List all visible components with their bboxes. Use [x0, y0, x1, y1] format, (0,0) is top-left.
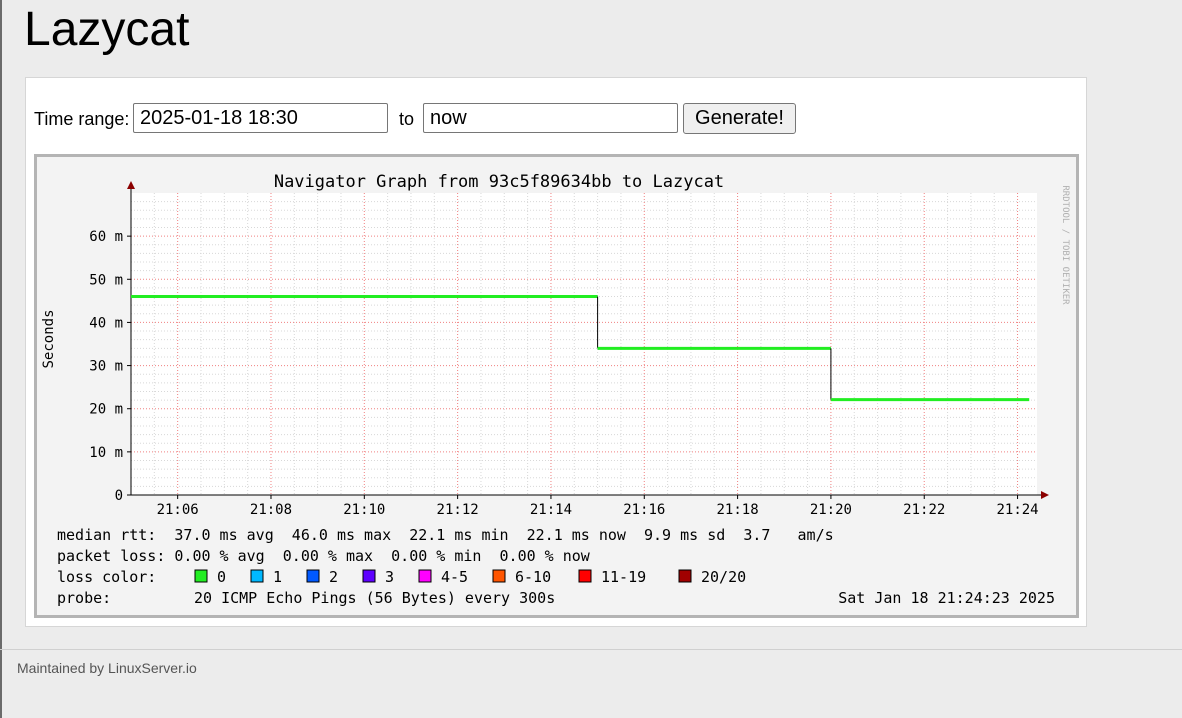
- start-time-input[interactable]: [133, 103, 388, 133]
- loss-color-swatch-label: 6-10: [515, 568, 551, 586]
- y-tick-label: 10 m: [89, 445, 123, 461]
- y-tick-labels: 0 10 m 20 m 30 m 40 m 50 m 60 m: [89, 229, 123, 504]
- loss-color-swatch: [194, 569, 208, 583]
- median-rtt-stats: median rtt: 37.0 ms avg 46.0 ms max 22.1…: [57, 526, 834, 544]
- loss-color-legend: 0 1 2 3 4-5 6-10 11-19 20/20: [194, 568, 746, 586]
- smokeping-graph: 21:06 21:08 21:10 21:12 21:14 21:16 21:18 21:20…: [41, 172, 1070, 607]
- loss-color-swatch: [250, 569, 264, 583]
- chart-title: Navigator Graph from 93c5f89634bb to Laz…: [274, 172, 724, 192]
- x-tick-label: 21:10: [343, 502, 385, 518]
- page-title: Lazycat: [24, 3, 190, 56]
- footer-maintained-by: Maintained by LinuxServer.io: [17, 660, 197, 676]
- loss-color-swatch: [306, 569, 320, 583]
- y-axis-arrow: [127, 181, 135, 189]
- to-label: to: [399, 109, 415, 129]
- probe-label: probe:: [57, 589, 111, 607]
- generate-button[interactable]: Generate!: [683, 103, 796, 134]
- loss-color-label: loss color:: [57, 568, 156, 586]
- loss-color-swatch-label: 0: [217, 568, 226, 586]
- y-tick-label: 20 m: [89, 402, 123, 418]
- packet-loss-stats: packet loss: 0.00 % avg 0.00 % max 0.00 …: [57, 547, 591, 565]
- content-panel: Time range: to Generate! 21:06 21:08 21:10…: [25, 77, 1087, 627]
- loss-color-swatch-label: 2: [329, 568, 338, 586]
- probe-description: 20 ICMP Echo Pings (56 Bytes) every 300s: [194, 589, 555, 607]
- x-tick-label: 21:08: [250, 502, 292, 518]
- x-tick-labels: 21:06 21:08 21:10 21:12 21:14 21:16 21:18 21:20…: [157, 502, 1039, 518]
- loss-color-swatch-label: 20/20: [701, 568, 746, 586]
- y-tick-label: 0: [115, 488, 123, 504]
- y-tick-label: 50 m: [89, 272, 123, 288]
- x-tick-label: 21:20: [810, 502, 852, 518]
- graph-image: 21:06 21:08 21:10 21:12 21:14 21:16 21:18 21:20…: [34, 154, 1079, 618]
- loss-color-swatch-label: 1: [273, 568, 282, 586]
- x-tick-label: 21:24: [996, 502, 1038, 518]
- x-tick-label: 21:12: [437, 502, 479, 518]
- loss-color-swatch: [362, 569, 376, 583]
- graph-timestamp: Sat Jan 18 21:24:23 2025: [838, 589, 1055, 607]
- loss-color-swatch: [418, 569, 432, 583]
- y-tick-label: 30 m: [89, 359, 123, 375]
- loss-color-swatch: [578, 569, 592, 583]
- x-tick-label: 21:22: [903, 502, 945, 518]
- time-range-form: Time range: to Generate!: [34, 103, 834, 135]
- loss-color-swatch-label: 3: [385, 568, 394, 586]
- left-border: [0, 0, 2, 718]
- x-tick-label: 21:06: [157, 502, 199, 518]
- x-tick-label: 21:18: [717, 502, 759, 518]
- y-tick-label: 60 m: [89, 229, 123, 245]
- x-tick-label: 21:16: [623, 502, 665, 518]
- loss-color-swatch: [492, 569, 506, 583]
- grid-minor: [130, 193, 1037, 495]
- x-axis-arrow: [1041, 491, 1049, 499]
- end-time-input[interactable]: [423, 103, 678, 133]
- footer-maintained-by-text: Maintained by LinuxServer.io: [17, 660, 197, 676]
- x-tick-label: 21:14: [530, 502, 572, 518]
- loss-color-swatch: [678, 569, 692, 583]
- y-axis-label: Seconds: [41, 309, 57, 368]
- y-tick-label: 40 m: [89, 315, 123, 331]
- loss-color-swatch-label: 4-5: [441, 568, 468, 586]
- time-range-label: Time range:: [34, 109, 130, 129]
- loss-color-swatch-label: 11-19: [601, 568, 646, 586]
- rrdtool-watermark: RRDTOOL / TOBI OETIKER: [1060, 185, 1070, 305]
- footer-divider: [0, 649, 1182, 650]
